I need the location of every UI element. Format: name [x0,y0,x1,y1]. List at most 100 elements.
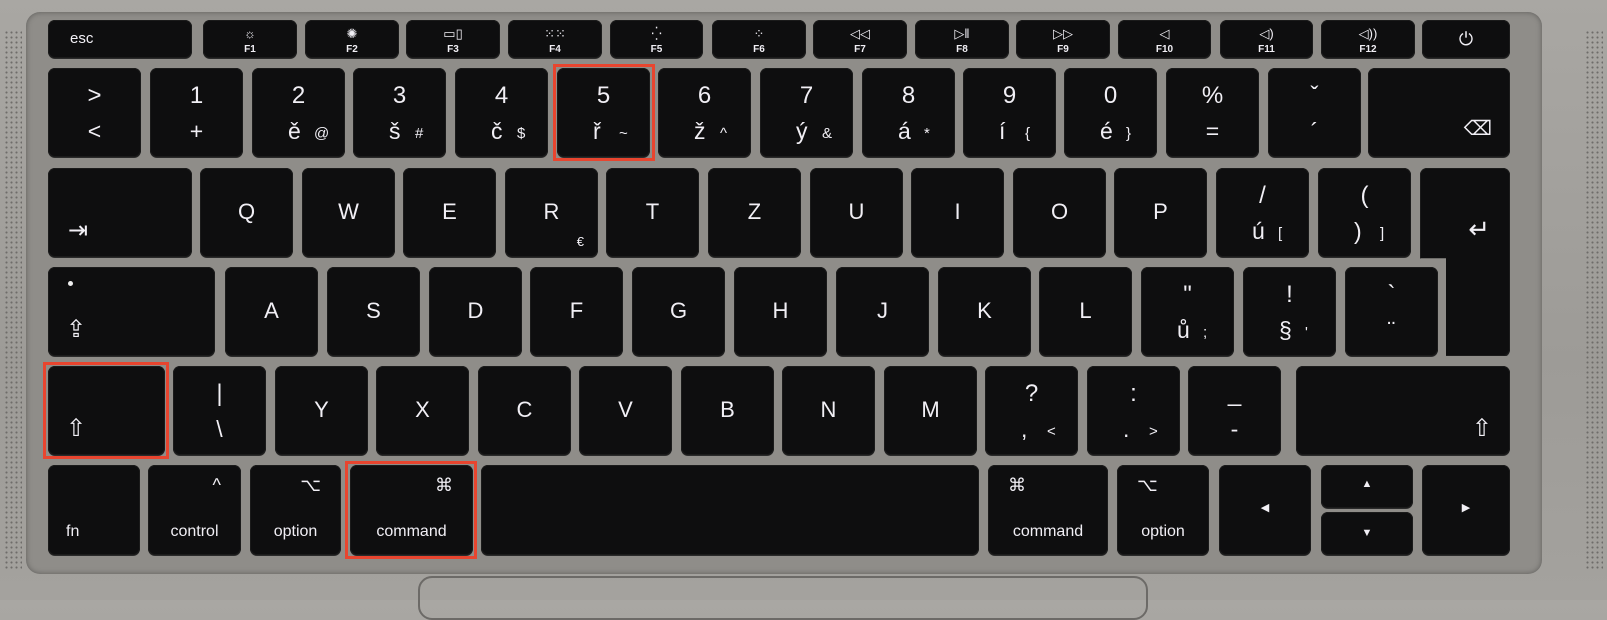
key-letter: H [772,298,789,323]
highlight-left-shift [43,362,169,459]
key-m[interactable]: M [884,366,977,455]
key-7[interactable]: 7 ý & [760,68,853,157]
key-p[interactable]: P [1114,168,1207,257]
mute-icon: ◁ [1159,26,1170,41]
arrow-left-key[interactable]: ◀ [1219,465,1311,555]
key-top-symbol: 9 [1002,82,1017,109]
delete-key[interactable]: ⌫ [1368,68,1510,157]
power-button[interactable]: ⏻ [1422,20,1510,58]
key-k[interactable]: K [938,267,1031,356]
key-s[interactable]: S [327,267,420,356]
key--[interactable]: ` ¨ [1345,267,1438,356]
key-f5[interactable]: ⁛ F5 [610,20,703,58]
key--[interactable]: _ - [1188,366,1281,455]
right-shift-key[interactable]: ⇧ [1296,366,1510,455]
key-a[interactable]: A [225,267,318,356]
space-bar[interactable] [481,465,979,555]
key-v[interactable]: V [579,366,672,455]
key-alt-symbol: ^ [720,125,728,142]
key--[interactable]: ()] [1318,168,1411,257]
key-f12[interactable]: ◁)) F12 [1321,20,1415,58]
key-bottom-symbol: é [1100,118,1113,144]
key-label: F5 [650,44,663,55]
key-8[interactable]: 8 á * [862,68,955,157]
arrow-right-key[interactable]: ▶ [1422,465,1510,555]
key-letter: C [516,397,533,422]
key-z[interactable]: Z [708,168,801,257]
trackpad [418,576,1148,620]
key-letter: K [977,298,992,323]
key-t[interactable]: T [606,168,699,257]
key-top-symbol: / [1259,182,1266,209]
key-f6[interactable]: ⁘ F6 [712,20,806,58]
key-letter: E [442,199,457,224]
key-f11[interactable]: ◁) F11 [1220,20,1313,58]
speaker-grille-right [1585,30,1603,570]
key-l[interactable]: L [1039,267,1132,356]
esc-key[interactable]: esc [48,20,192,58]
key-bottom-symbol: ú [1252,218,1265,244]
key-h[interactable]: H [734,267,827,356]
key-alt-symbol: < [1047,423,1056,440]
key-1[interactable]: 1 + [150,68,243,157]
arrow-right-icon: ▶ [1461,502,1471,514]
key-u[interactable]: U [810,168,903,257]
key-4[interactable]: 4 č $ [455,68,548,157]
right-command-key[interactable]: ⌘ command [988,465,1108,555]
key-j[interactable]: J [836,267,929,356]
key-f8[interactable]: ▷‖ F8 [915,20,1009,58]
key-f9[interactable]: ▷▷ F9 [1016,20,1110,58]
arrow-up-key[interactable]: ▲ [1321,465,1413,508]
key-i[interactable]: I [911,168,1004,257]
key-top-symbol: ! [1286,281,1293,308]
key-w[interactable]: W [302,168,395,257]
key-c[interactable]: C [478,366,571,455]
key-e[interactable]: E [403,168,496,257]
key--[interactable]: | \ [173,366,266,455]
key-x[interactable]: X [376,366,469,455]
key--[interactable]: :. > [1087,366,1180,455]
key-g[interactable]: G [632,267,725,356]
right-option-key[interactable]: ⌥ option [1117,465,1209,555]
key-0[interactable]: 0 é} [1064,68,1157,157]
key-f4[interactable]: ⁙⁙ F4 [508,20,602,58]
key-y[interactable]: Y [275,366,368,455]
key-n[interactable]: N [782,366,875,455]
key-2[interactable]: 2 ě @ [252,68,345,157]
key--[interactable]: ˇ ´ [1268,68,1361,157]
key-b[interactable]: B [681,366,774,455]
key-bottom-symbol: š [389,118,401,144]
key--[interactable]: ! § ' [1243,267,1336,356]
key-letter: Q [237,199,256,224]
key--[interactable]: % = [1166,68,1259,157]
arrow-down-key[interactable]: ▼ [1321,512,1413,555]
key-bottom-symbol: - [1230,416,1239,442]
key-f10[interactable]: ◁ F10 [1118,20,1211,58]
key-6[interactable]: 6 ž ^ [658,68,751,157]
key-o[interactable]: O [1013,168,1106,257]
key-9[interactable]: 9 í { [963,68,1056,157]
key-f3[interactable]: ▭▯ F3 [406,20,500,58]
key--[interactable]: " ů; [1141,267,1234,356]
key-top-symbol: ` [1387,281,1396,308]
caps-lock-key[interactable]: ⇪ [48,267,215,356]
key--[interactable]: > < [48,68,141,157]
key-label: fn [66,523,80,540]
key-top-symbol: % [1201,82,1224,109]
control-key[interactable]: ^ control [148,465,241,555]
key--[interactable]: / ú [ [1216,168,1309,257]
key--[interactable]: ?, < [985,366,1078,455]
caps-lock-icon: ⇪ [66,316,87,343]
left-option-key[interactable]: ⌥ option [250,465,341,555]
tab-key[interactable]: ⇥ [48,168,192,257]
key-f1[interactable]: ☼ F1 [203,20,297,58]
key-3[interactable]: 3 š # [353,68,446,157]
key-letter: R [543,199,560,224]
key-f7[interactable]: ◁◁ F7 [813,20,907,58]
key-d[interactable]: D [429,267,522,356]
key-f2[interactable]: ✺ F2 [305,20,399,58]
key-q[interactable]: Q [200,168,293,257]
key-f[interactable]: F [530,267,623,356]
fn-key[interactable]: fn [48,465,140,555]
key-r[interactable]: R € [505,168,598,257]
